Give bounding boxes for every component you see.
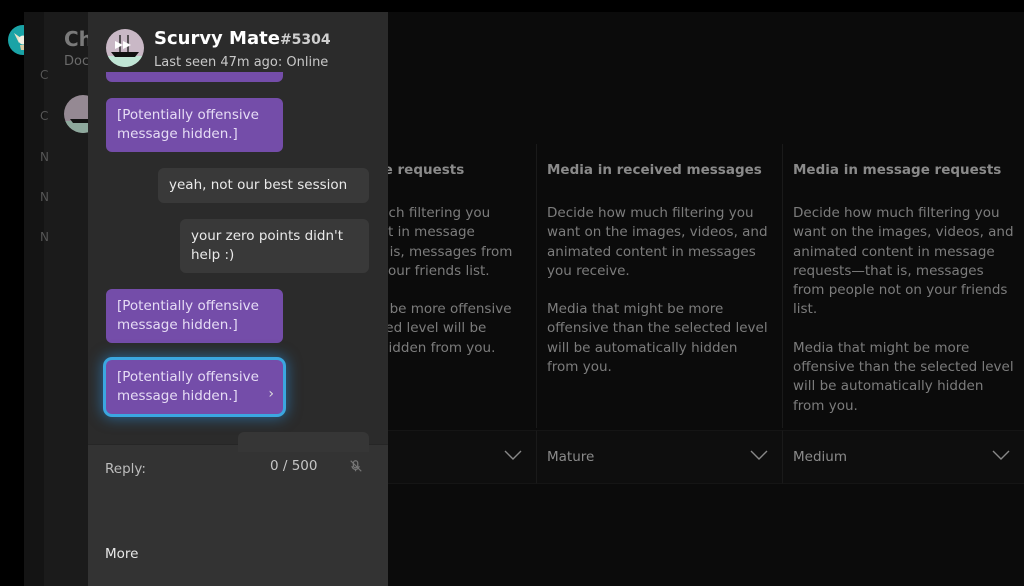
chat-panel: [Potentially offensive message hidden.] … xyxy=(88,12,388,586)
message-list[interactable]: [Potentially offensive message hidden.] … xyxy=(88,12,388,442)
column-note: Media that might be more offensive than … xyxy=(547,301,768,376)
column-note: t be more offensive ted level will be hi… xyxy=(380,301,512,356)
column-note: Media that might be more offensive than … xyxy=(793,339,1014,414)
presence-status: Last seen 47m ago: Online xyxy=(154,55,329,70)
chevron-right-icon: › xyxy=(268,386,274,402)
column-description: uch filtering you xt in message t is, me… xyxy=(380,205,513,279)
list-item-initial: N xyxy=(40,190,49,204)
message-bubble-hidden-focused[interactable]: [Potentially offensive message hidden.] … xyxy=(106,360,283,414)
column-description: Decide how much filtering you want on th… xyxy=(547,205,768,279)
character-counter: 0 / 500 xyxy=(270,458,318,474)
message-bubble-hidden[interactable]: [Potentially offensive message hidden.] xyxy=(106,289,283,343)
column-title: Media in message requests xyxy=(793,162,1002,178)
reply-area: Reply: 0 / 500 More xyxy=(88,444,388,586)
chevron-down-icon xyxy=(992,450,1010,460)
dropdown-value: Medium xyxy=(793,449,847,465)
settings-column-media-received: Media in received messages Decide how mu… xyxy=(536,144,782,428)
contact-gamertag: Scurvy Mate xyxy=(154,28,280,49)
column-title: Media in received messages xyxy=(547,162,762,178)
mic-muted-icon[interactable] xyxy=(349,459,363,473)
contact-name: Scurvy Mate#5304 xyxy=(154,28,331,49)
dropdown-value: Mature xyxy=(547,449,595,465)
message-bubble-sent-partial[interactable] xyxy=(238,432,369,452)
list-item-initial: C xyxy=(40,109,49,123)
column-description: Decide how much filtering you want on th… xyxy=(793,205,1014,318)
ship-avatar-icon xyxy=(106,29,144,67)
text-requests-filter-dropdown[interactable] xyxy=(380,430,536,484)
chat-header: Scurvy Mate#5304 Last seen 47m ago: Onli… xyxy=(88,12,388,72)
column-title: ge requests xyxy=(374,162,465,178)
message-text: [Potentially offensive message hidden.] xyxy=(117,369,259,404)
contact-tag: #5304 xyxy=(279,32,331,48)
message-bubble-sent[interactable]: yeah, not our best session xyxy=(158,168,369,203)
message-bubble-sent[interactable]: your zero points didn't help :) xyxy=(180,219,369,273)
more-button[interactable]: More xyxy=(105,546,138,562)
chevron-down-icon xyxy=(750,450,768,460)
contact-avatar[interactable] xyxy=(106,29,144,67)
list-item-initial: C xyxy=(40,68,49,82)
media-requests-filter-dropdown[interactable]: Medium xyxy=(782,430,1024,484)
list-item-initial: N xyxy=(40,150,49,164)
chevron-down-icon xyxy=(504,450,522,460)
list-item-initial: N xyxy=(40,230,49,244)
reply-input[interactable]: Reply: xyxy=(105,461,146,477)
settings-column-text-requests: ge requests uch filtering you xt in mess… xyxy=(374,144,536,428)
messages-panel-subtitle: Doc xyxy=(64,54,90,69)
settings-column-media-requests: Media in message requests Decide how muc… xyxy=(782,144,1024,428)
messaging-filter-settings: ge requests uch filtering you xt in mess… xyxy=(374,12,1024,586)
media-received-filter-dropdown[interactable]: Mature xyxy=(536,430,782,484)
message-bubble-hidden[interactable]: [Potentially offensive message hidden.] xyxy=(106,98,283,152)
